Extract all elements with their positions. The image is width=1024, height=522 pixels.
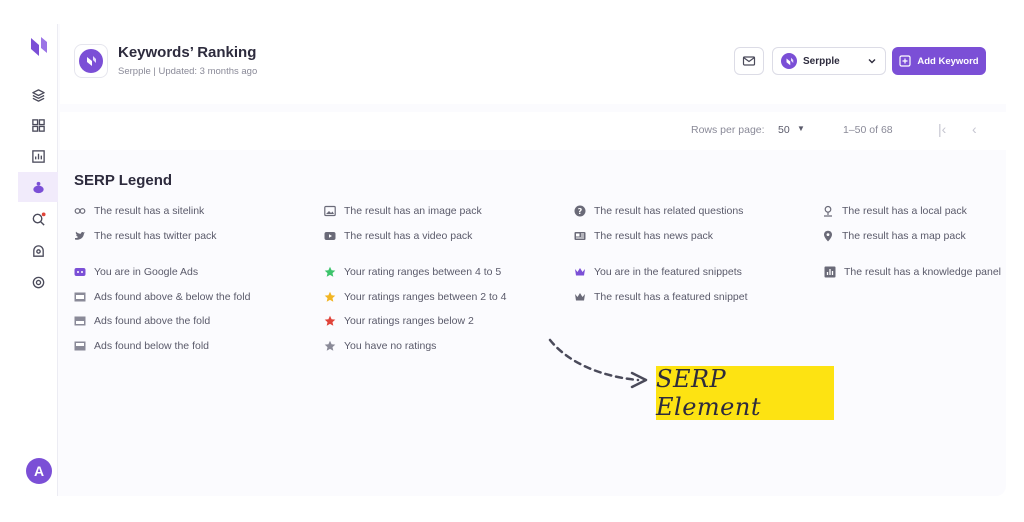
- project-select-label: Serpple: [803, 55, 840, 67]
- page-subtitle: Serpple | Updated: 3 months ago: [118, 66, 258, 77]
- caret-down-icon[interactable]: ▼: [797, 124, 805, 133]
- mail-export-icon: [742, 56, 756, 66]
- legend-item: You have no ratings: [324, 340, 436, 352]
- ads-above-icon: [74, 315, 86, 327]
- chevron-down-icon: [868, 59, 876, 64]
- knowledge-panel-icon: [824, 266, 836, 278]
- legend-item: Your ratings ranges between 2 to 4: [324, 291, 506, 303]
- rows-per-page-select[interactable]: 50: [778, 124, 790, 136]
- legend-item: Your ratings ranges below 2: [324, 315, 474, 327]
- pagination-bar: Rows per page: 50 ▼ 1–50 of 68 |‹ ‹: [60, 112, 1006, 150]
- sidebar-item-layers[interactable]: [18, 80, 58, 110]
- legend-item: The result has a sitelink: [74, 205, 204, 217]
- plus-square-icon: [899, 55, 911, 67]
- legend-item: ? The result has related questions: [574, 205, 743, 217]
- legend-item: The result has an image pack: [324, 205, 482, 217]
- layers-icon: [31, 88, 45, 102]
- serpple-logo-icon: [781, 53, 797, 69]
- first-page-icon[interactable]: |‹: [938, 121, 946, 137]
- page-range: 1–50 of 68: [843, 124, 893, 136]
- sidebar-item-reports[interactable]: [18, 141, 58, 171]
- star-gray-icon: [324, 340, 336, 352]
- legend-item: You are in Google Ads: [74, 266, 198, 278]
- legend-item: Ads found below the fold: [74, 340, 209, 352]
- video-icon: [324, 230, 336, 242]
- sidebar-item-settings[interactable]: [18, 267, 58, 297]
- project-select[interactable]: Serpple: [772, 47, 886, 75]
- serp-element-callout: SERP Element: [656, 365, 834, 421]
- avatar[interactable]: A: [26, 458, 52, 484]
- sidebar-item-rank-tracker[interactable]: [18, 172, 58, 202]
- target-icon: [32, 276, 44, 288]
- prev-page-icon[interactable]: ‹: [972, 121, 977, 137]
- svg-text:?: ?: [578, 207, 583, 216]
- serpple-logo-icon[interactable]: [30, 36, 48, 58]
- legend-item: The result has a knowledge panel: [824, 266, 1001, 278]
- twitter-icon: [74, 230, 86, 242]
- legend-item: The result has a featured snippet: [574, 291, 748, 303]
- rows-per-page-label: Rows per page:: [691, 124, 765, 136]
- sidebar-item-audit[interactable]: [18, 236, 58, 266]
- ads-above-below-icon: [74, 291, 86, 303]
- sidebar-item-search[interactable]: [18, 204, 58, 234]
- rank-tracker-icon: [32, 181, 44, 193]
- legend-item: The result has a map pack: [822, 230, 966, 242]
- search-icon: [32, 211, 46, 226]
- legend-item: The result has twitter pack: [74, 230, 217, 242]
- legend-item: The result has news pack: [574, 230, 713, 242]
- legend-item: The result has a video pack: [324, 230, 472, 242]
- map-pin-icon: [822, 230, 834, 242]
- legend-item: Ads found above the fold: [74, 315, 210, 327]
- legend-title: SERP Legend: [74, 172, 173, 189]
- sidebar-item-dashboard[interactable]: [18, 110, 58, 140]
- dashed-arrow-icon: [548, 338, 648, 389]
- serpple-logo-icon: [79, 49, 103, 73]
- local-pin-icon: [822, 205, 834, 217]
- star-yellow-icon: [324, 291, 336, 303]
- crown-gray-icon: [574, 291, 586, 303]
- star-red-icon: [324, 315, 336, 327]
- legend-item: Ads found above & below the fold: [74, 291, 250, 303]
- app-frame: A Keywords’ Ranking Serpple | Updated: 3…: [18, 24, 1006, 496]
- link-icon: [74, 205, 86, 217]
- grid-icon: [31, 118, 45, 132]
- legend-item: You are in the featured snippets: [574, 266, 742, 278]
- ads-below-icon: [74, 340, 86, 352]
- add-keyword-button[interactable]: Add Keyword: [892, 47, 986, 75]
- audit-icon: [32, 244, 44, 257]
- image-icon: [324, 205, 336, 217]
- chart-icon: [31, 149, 45, 163]
- add-keyword-label: Add Keyword: [917, 55, 979, 67]
- star-green-icon: [324, 266, 336, 278]
- callout-label: SERP Element: [656, 365, 761, 421]
- project-logo: [74, 44, 108, 78]
- crown-purple-icon: [574, 266, 586, 278]
- legend-item: Your rating ranges between 4 to 5: [324, 266, 501, 278]
- question-icon: ?: [574, 205, 586, 217]
- news-icon: [574, 230, 586, 242]
- ads-icon: [74, 266, 86, 278]
- sidebar: A: [18, 24, 58, 496]
- page-header: Keywords’ Ranking Serpple | Updated: 3 m…: [60, 24, 1006, 104]
- page-title: Keywords’ Ranking: [118, 44, 257, 61]
- export-button[interactable]: [734, 47, 764, 75]
- legend-item: The result has a local pack: [822, 205, 967, 217]
